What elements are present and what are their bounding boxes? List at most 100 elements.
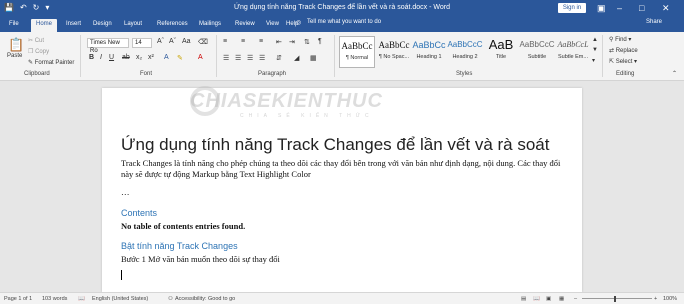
tab-file[interactable]: File (9, 19, 19, 32)
bold-icon[interactable]: B (89, 54, 94, 61)
document-title[interactable]: Ứng dụng tính năng Track Changes để lần … (121, 135, 549, 155)
clear-formatting-icon[interactable]: ⌫ (198, 38, 208, 46)
zoom-slider[interactable] (582, 298, 652, 299)
multilevel-list-icon[interactable]: ≡ (259, 38, 263, 45)
section-heading[interactable]: Bật tính năng Track Changes (121, 241, 238, 251)
styles-scroll-up-icon[interactable]: ▲ (592, 37, 598, 43)
separator (334, 35, 335, 77)
tab-insert[interactable]: Insert (66, 19, 81, 32)
format-painter-button[interactable]: ✎ Format Painter (28, 59, 74, 66)
style-heading-2[interactable]: AaBbCcC Heading 2 (447, 36, 483, 68)
subscript-icon[interactable]: x₂ (136, 54, 142, 61)
focus-mode-icon[interactable]: ▤ (521, 296, 526, 302)
minimize-button[interactable]: – (617, 1, 622, 15)
shading-icon[interactable]: ◢ (294, 54, 299, 62)
tab-view[interactable]: View (266, 19, 279, 32)
show-formatting-icon[interactable]: ¶ (318, 38, 322, 45)
step-paragraph[interactable]: Bước 1 Mở văn bản muốn theo dõi sự thay … (121, 254, 566, 265)
strikethrough-icon[interactable]: ab (122, 54, 130, 61)
styles-more-icon[interactable]: ▾ (592, 57, 595, 64)
web-layout-icon[interactable]: ▦ (559, 296, 564, 302)
justify-icon[interactable]: ☰ (259, 54, 265, 62)
search-icon: ⚲ (609, 37, 614, 43)
style-preview: AaBbCc (341, 41, 373, 51)
paste-icon[interactable]: 📋 (8, 37, 24, 53)
read-mode-icon[interactable]: 📖 (533, 296, 540, 302)
font-name-box[interactable]: Times New Ro (87, 38, 129, 54)
print-layout-icon[interactable]: ▣ (546, 296, 551, 302)
style-subtle-emphasis[interactable]: AaBbCcL Subtle Em... (555, 36, 591, 68)
intro-paragraph[interactable]: Track Changes là tính năng cho phép chún… (121, 158, 566, 180)
paste-button[interactable]: Paste (7, 53, 22, 59)
italic-icon[interactable]: I (100, 54, 102, 61)
cut-button[interactable]: ✂ Cut (28, 37, 44, 44)
styles-group-label: Styles (456, 71, 473, 77)
grow-font-icon[interactable]: Aˆ (157, 38, 164, 45)
align-right-icon[interactable]: ☰ (247, 54, 253, 62)
tab-home[interactable]: Home (31, 19, 58, 32)
ribbon: 📋 Paste ✂ Cut ❐ Copy ✎ Format Painter Cl… (0, 32, 684, 81)
tab-references[interactable]: References (157, 19, 188, 32)
style-name: Subtle Em... (558, 54, 588, 60)
accessibility-status[interactable]: Accessibility: Good to go (175, 296, 235, 302)
style-heading-1[interactable]: AaBbCc Heading 1 (411, 36, 447, 68)
close-button[interactable]: ✕ (662, 1, 670, 15)
copy-button[interactable]: ❐ Copy (28, 48, 49, 55)
word-count[interactable]: 103 words (42, 296, 67, 302)
watermark-text: CHIASEKIENTHUC (190, 90, 383, 112)
style-preview: AaBbCcC (447, 40, 483, 49)
zoom-out-icon[interactable]: – (574, 296, 577, 302)
tell-me-search[interactable]: Tell me what you want to do (307, 19, 381, 25)
style-name: Subtitle (527, 54, 547, 60)
toc-placeholder[interactable]: No table of contents entries found. (121, 221, 566, 232)
font-color-icon[interactable]: A (198, 54, 203, 61)
language-status[interactable]: English (United States) (92, 296, 148, 302)
select-button[interactable]: ⇱ Select ▾ (609, 58, 637, 65)
ribbon-tabs: File Home Insert Design Layout Reference… (0, 17, 684, 32)
sort-icon[interactable]: ⇅ (304, 38, 310, 46)
style-title[interactable]: AaB Title (483, 36, 519, 68)
shrink-font-icon[interactable]: Aˇ (169, 38, 176, 45)
zoom-level[interactable]: 100% (663, 296, 677, 302)
ellipsis-paragraph[interactable]: … (121, 187, 566, 198)
tab-layout[interactable]: Layout (124, 19, 142, 32)
increase-indent-icon[interactable]: ⇥ (289, 38, 295, 46)
font-size-box[interactable]: 14 (132, 38, 152, 48)
find-button[interactable]: ⚲ Find ▾ (609, 36, 631, 43)
change-case-icon[interactable]: Aa (182, 38, 191, 45)
tab-design[interactable]: Design (93, 19, 112, 32)
tab-review[interactable]: Review (235, 19, 255, 32)
separator (80, 35, 81, 77)
decrease-indent-icon[interactable]: ⇤ (276, 38, 282, 46)
style-subtitle[interactable]: AaBbCcC Subtitle (519, 36, 555, 68)
superscript-icon[interactable]: x² (148, 54, 154, 61)
contents-heading[interactable]: Contents (121, 208, 157, 218)
text-effects-icon[interactable]: A (164, 54, 169, 61)
collapse-ribbon-icon[interactable]: ⌃ (672, 70, 677, 77)
text-cursor (121, 270, 122, 280)
style-normal[interactable]: AaBbCc ¶ Normal (339, 36, 375, 68)
proofing-icon[interactable]: 📖 (78, 296, 85, 302)
ribbon-display-options-icon[interactable]: ▣ (597, 1, 606, 15)
replace-button[interactable]: ⇄ Replace (609, 47, 638, 54)
sign-in-button[interactable]: Sign in (558, 3, 586, 13)
align-left-icon[interactable]: ☰ (223, 54, 229, 62)
format-painter-label: Format Painter (34, 60, 75, 66)
zoom-in-icon[interactable]: + (654, 296, 657, 302)
borders-icon[interactable]: ▦ (310, 54, 317, 62)
page-count[interactable]: Page 1 of 1 (4, 296, 32, 302)
share-button[interactable]: Share (646, 19, 662, 25)
maximize-button[interactable]: □ (639, 1, 644, 15)
bullets-icon[interactable]: ≡ (223, 38, 227, 45)
replace-icon: ⇄ (609, 48, 615, 54)
align-center-icon[interactable]: ☰ (235, 54, 241, 62)
underline-icon[interactable]: U (109, 54, 114, 61)
tab-mailings[interactable]: Mailings (199, 19, 221, 32)
zoom-slider-thumb[interactable] (614, 296, 616, 302)
style-no-spacing[interactable]: AaBbCc ¶ No Spac... (376, 36, 412, 68)
highlight-icon[interactable]: ✎ (177, 54, 183, 62)
styles-scroll-down-icon[interactable]: ▼ (592, 47, 598, 53)
line-spacing-icon[interactable]: ⇵ (276, 54, 282, 62)
scissors-icon: ✂ (28, 38, 34, 44)
numbering-icon[interactable]: ≡ (241, 38, 245, 45)
